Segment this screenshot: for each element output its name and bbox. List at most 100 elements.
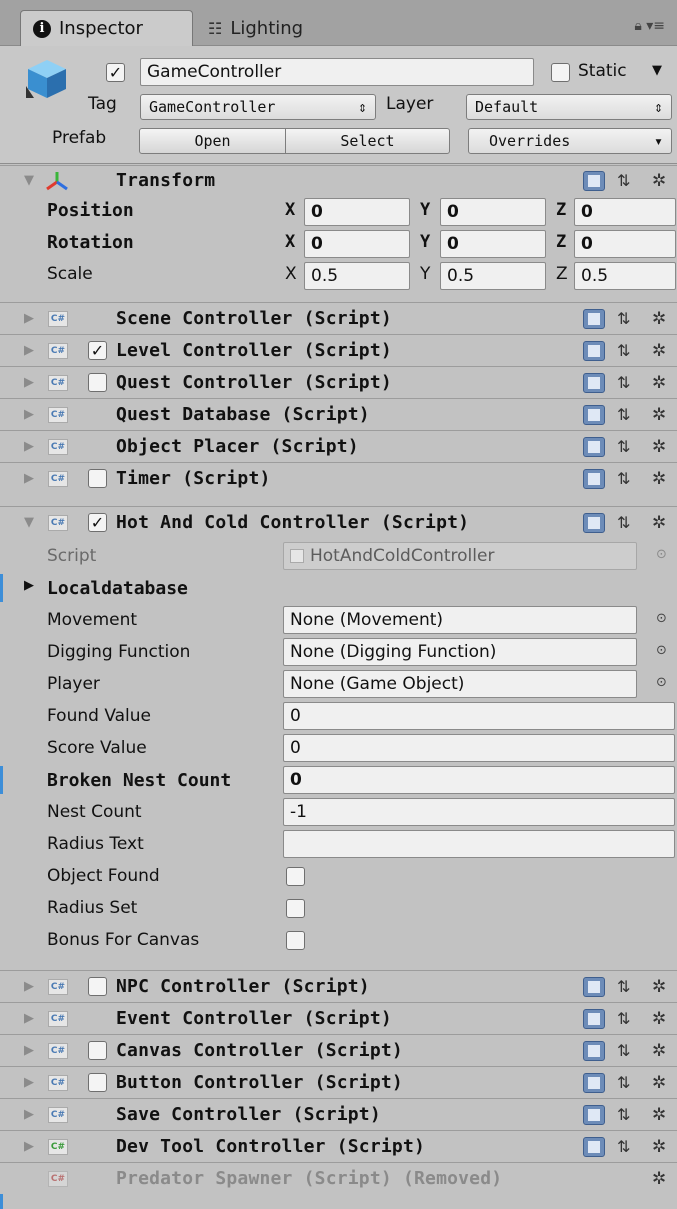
gear-icon[interactable]: ✲ <box>652 1041 666 1061</box>
lock-menu-icon[interactable]: 🔒︎ ▾≡ <box>634 18 665 34</box>
prefab-overrides-dropdown[interactable]: Overrides ▾ <box>468 128 672 154</box>
component-header[interactable]: ▶ C# Object Placer (Script) ⇅ ✲ <box>0 430 677 462</box>
broken-nest-field[interactable]: 0 <box>283 766 675 794</box>
help-book-icon[interactable] <box>583 1072 605 1093</box>
presets-icon[interactable]: ⇅ <box>617 171 630 190</box>
component-header[interactable]: ▶ C# Canvas Controller (Script) ⇅ ✲ <box>0 1034 677 1066</box>
component-header[interactable]: ▶ C# Button Controller (Script) ⇅ ✲ <box>0 1066 677 1098</box>
scale-x-field[interactable]: 0.5 <box>304 262 410 290</box>
presets-icon[interactable]: ⇅ <box>617 1105 630 1124</box>
expand-arrow-icon[interactable]: ▶ <box>24 471 34 486</box>
expand-arrow-icon[interactable]: ▶ <box>24 439 34 454</box>
enabled-checkbox[interactable]: ✓ <box>88 513 107 532</box>
gear-icon[interactable]: ✲ <box>652 513 666 533</box>
help-book-icon[interactable] <box>583 468 605 489</box>
gear-icon[interactable]: ✲ <box>652 469 666 489</box>
expand-arrow-icon[interactable]: ▶ <box>24 1107 34 1122</box>
digging-field[interactable]: None (Digging Function) <box>283 638 637 666</box>
object-picker-icon[interactable]: ⊙ <box>656 643 667 658</box>
score-value-field[interactable]: 0 <box>283 734 675 762</box>
expand-arrow-icon[interactable]: ▶ <box>24 375 34 390</box>
tab-lighting[interactable]: ☷ Lighting <box>196 10 315 46</box>
gear-icon[interactable]: ✲ <box>652 309 666 329</box>
scale-z-field[interactable]: 0.5 <box>574 262 676 290</box>
enabled-checkbox[interactable]: ✓ <box>88 341 107 360</box>
expand-arrow-icon[interactable]: ▶ <box>24 343 34 358</box>
layer-dropdown[interactable]: Default ⇕ <box>466 94 672 120</box>
presets-icon[interactable]: ⇅ <box>617 309 630 328</box>
gear-icon[interactable]: ✲ <box>652 437 666 457</box>
enabled-checkbox[interactable] <box>88 373 107 392</box>
component-header[interactable]: ▶ C# Scene Controller (Script) ⇅ ✲ <box>0 302 677 334</box>
presets-icon[interactable]: ⇅ <box>617 1041 630 1060</box>
gear-icon[interactable]: ✲ <box>652 405 666 425</box>
component-header[interactable]: ▶ C# Dev Tool Controller (Script) ⇅ ✲ <box>0 1130 677 1162</box>
presets-icon[interactable]: ⇅ <box>617 437 630 456</box>
help-book-icon[interactable] <box>583 1040 605 1061</box>
help-book-icon[interactable] <box>583 436 605 457</box>
help-book-icon[interactable] <box>583 1104 605 1125</box>
help-book-icon[interactable] <box>583 404 605 425</box>
rotation-y-field[interactable]: 0 <box>440 230 546 258</box>
component-header[interactable]: ▶ C# Timer (Script) ⇅ ✲ <box>0 462 677 494</box>
enabled-checkbox[interactable] <box>88 977 107 996</box>
tag-dropdown[interactable]: GameController ⇕ <box>140 94 376 120</box>
position-z-field[interactable]: 0 <box>574 198 676 226</box>
component-header[interactable]: ▶ C# ✓ Level Controller (Script) ⇅ ✲ <box>0 334 677 366</box>
radius-set-checkbox[interactable] <box>286 899 305 918</box>
prefab-select-button[interactable]: Select <box>285 128 450 154</box>
help-book-icon[interactable] <box>583 340 605 361</box>
scale-y-field[interactable]: 0.5 <box>440 262 546 290</box>
rotation-x-field[interactable]: 0 <box>304 230 410 258</box>
gear-icon[interactable]: ✲ <box>652 977 666 997</box>
expand-arrow-icon[interactable]: ▶ <box>24 578 34 593</box>
gear-icon[interactable]: ✲ <box>652 171 666 191</box>
component-header[interactable]: ▶ C# Event Controller (Script) ⇅ ✲ <box>0 1002 677 1034</box>
prefab-open-button[interactable]: Open <box>139 128 286 154</box>
object-name-input[interactable]: GameController <box>140 58 534 86</box>
hot-cold-header[interactable]: ▼ C# ✓ Hot And Cold Controller (Script) … <box>0 506 677 538</box>
player-field[interactable]: None (Game Object) <box>283 670 637 698</box>
static-dropdown-icon[interactable]: ▼ <box>652 63 662 78</box>
bonus-canvas-checkbox[interactable] <box>286 931 305 950</box>
gear-icon[interactable]: ✲ <box>652 1105 666 1125</box>
expand-arrow-icon[interactable]: ▶ <box>24 1011 34 1026</box>
component-header[interactable]: ▶ C# Save Controller (Script) ⇅ ✲ <box>0 1098 677 1130</box>
presets-icon[interactable]: ⇅ <box>617 341 630 360</box>
help-book-icon[interactable] <box>583 308 605 329</box>
expand-arrow-icon[interactable]: ▼ <box>24 173 34 188</box>
expand-arrow-icon[interactable]: ▶ <box>24 407 34 422</box>
transform-header[interactable]: ▼ Transform ⇅ ✲ <box>0 165 677 195</box>
active-checkbox[interactable]: ✓ <box>106 63 125 82</box>
help-book-icon[interactable] <box>583 372 605 393</box>
presets-icon[interactable]: ⇅ <box>617 1009 630 1028</box>
nest-count-field[interactable]: -1 <box>283 798 675 826</box>
enabled-checkbox[interactable] <box>88 1041 107 1060</box>
presets-icon[interactable]: ⇅ <box>617 513 630 532</box>
position-y-field[interactable]: 0 <box>440 198 546 226</box>
gear-icon[interactable]: ✲ <box>652 1169 666 1189</box>
expand-arrow-icon[interactable]: ▶ <box>24 1075 34 1090</box>
presets-icon[interactable]: ⇅ <box>617 373 630 392</box>
expand-arrow-icon[interactable]: ▶ <box>24 311 34 326</box>
help-book-icon[interactable] <box>583 170 605 191</box>
localdatabase-row[interactable]: ▶ Localdatabase <box>0 572 677 604</box>
gear-icon[interactable]: ✲ <box>652 341 666 361</box>
presets-icon[interactable]: ⇅ <box>617 405 630 424</box>
movement-field[interactable]: None (Movement) <box>283 606 637 634</box>
expand-arrow-icon[interactable]: ▼ <box>24 515 34 530</box>
object-picker-icon[interactable]: ⊙ <box>656 611 667 626</box>
enabled-checkbox[interactable] <box>88 469 107 488</box>
rotation-z-field[interactable]: 0 <box>574 230 676 258</box>
found-value-field[interactable]: 0 <box>283 702 675 730</box>
object-found-checkbox[interactable] <box>286 867 305 886</box>
component-header[interactable]: ▶ C# Quest Controller (Script) ⇅ ✲ <box>0 366 677 398</box>
presets-icon[interactable]: ⇅ <box>617 977 630 996</box>
enabled-checkbox[interactable] <box>88 1073 107 1092</box>
component-header[interactable]: ▶ C# Quest Database (Script) ⇅ ✲ <box>0 398 677 430</box>
help-book-icon[interactable] <box>583 1008 605 1029</box>
presets-icon[interactable]: ⇅ <box>617 1073 630 1092</box>
presets-icon[interactable]: ⇅ <box>617 469 630 488</box>
tab-inspector[interactable]: i Inspector <box>20 10 193 46</box>
expand-arrow-icon[interactable]: ▶ <box>24 1043 34 1058</box>
